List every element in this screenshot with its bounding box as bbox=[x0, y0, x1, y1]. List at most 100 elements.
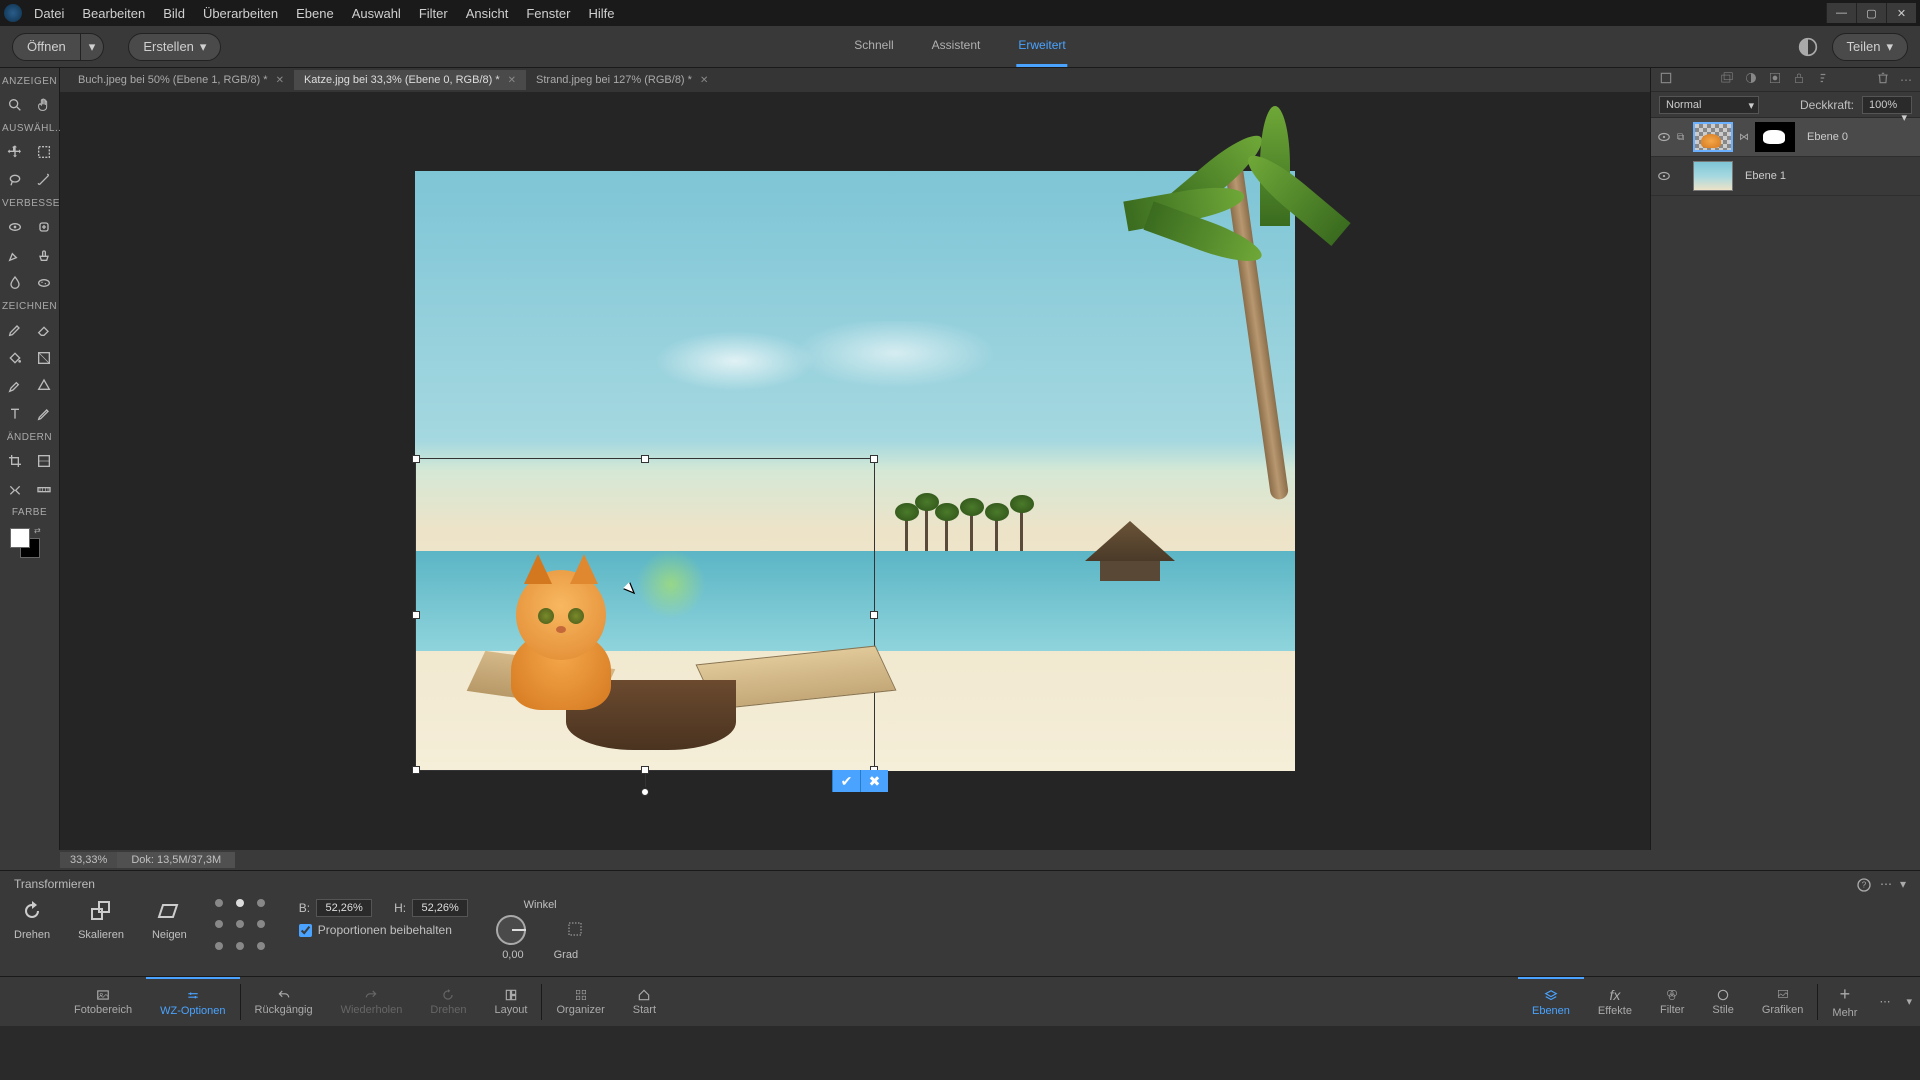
more-button[interactable]: +Mehr bbox=[1818, 977, 1871, 1026]
visibility-toggle-icon[interactable] bbox=[1657, 130, 1671, 144]
home-button[interactable]: Start bbox=[619, 977, 670, 1026]
layers-tab[interactable]: Ebenen bbox=[1518, 977, 1584, 1026]
new-layer-icon[interactable] bbox=[1659, 71, 1673, 88]
open-dropdown[interactable]: ▾ bbox=[81, 33, 105, 61]
rotate-mode[interactable]: Drehen bbox=[14, 899, 50, 941]
effects-tab[interactable]: fxEffekte bbox=[1584, 977, 1646, 1026]
handle-mid-right[interactable] bbox=[870, 611, 878, 619]
eyedropper-tool-icon[interactable] bbox=[0, 372, 30, 400]
menu-help[interactable]: Hilfe bbox=[588, 6, 614, 21]
straighten-tool-icon[interactable] bbox=[30, 475, 60, 503]
collapse-icon[interactable]: ▾ bbox=[1900, 877, 1906, 896]
redeye-tool-icon[interactable] bbox=[0, 213, 30, 241]
color-swatches[interactable]: ⇄ bbox=[0, 522, 59, 554]
visibility-toggle-icon[interactable] bbox=[1657, 169, 1671, 183]
recompose-tool-icon[interactable] bbox=[30, 447, 60, 475]
text-tool-icon[interactable] bbox=[0, 400, 30, 428]
clone-tool-icon[interactable] bbox=[30, 241, 60, 269]
collapse-right-icon[interactable]: ▾ bbox=[1898, 977, 1920, 1026]
layer-row-0[interactable]: ⧉ ⋈ Ebene 0 bbox=[1651, 118, 1920, 157]
shape-tool-icon[interactable] bbox=[30, 372, 60, 400]
filters-tab[interactable]: Filter bbox=[1646, 977, 1698, 1026]
toolopts-tab[interactable]: WZ-Optionen bbox=[146, 977, 239, 1026]
canvas[interactable]: ✔ ✖ bbox=[415, 171, 1295, 771]
handle-top-right[interactable] bbox=[870, 455, 878, 463]
menu-select[interactable]: Auswahl bbox=[352, 6, 401, 21]
doc-tab-1[interactable]: Katze.jpg bei 33,3% (Ebene 0, RGB/8) *✕ bbox=[294, 70, 526, 90]
anti-alias-icon[interactable] bbox=[566, 920, 584, 941]
commit-button[interactable]: ✔ bbox=[832, 770, 860, 792]
layer-group-icon[interactable] bbox=[1720, 71, 1734, 88]
menu-view[interactable]: Ansicht bbox=[466, 6, 509, 21]
marquee-tool-icon[interactable] bbox=[30, 138, 60, 166]
zoom-readout[interactable]: 33,33% bbox=[60, 852, 117, 868]
organizer-button[interactable]: Organizer bbox=[542, 977, 618, 1026]
lock-icon[interactable] bbox=[1792, 71, 1806, 88]
skew-mode[interactable]: Neigen bbox=[152, 899, 187, 941]
blur-tool-icon[interactable] bbox=[0, 269, 30, 297]
rotate-button[interactable]: Drehen bbox=[416, 977, 480, 1026]
menu-filter[interactable]: Filter bbox=[419, 6, 448, 21]
trash-icon[interactable] bbox=[1876, 71, 1890, 88]
gradient-tool-icon[interactable] bbox=[30, 344, 60, 372]
layer-thumbnail[interactable] bbox=[1693, 122, 1733, 152]
undo-button[interactable]: Rückgängig bbox=[241, 977, 327, 1026]
layer-thumbnail[interactable] bbox=[1693, 161, 1733, 191]
menu-enhance[interactable]: Überarbeiten bbox=[203, 6, 278, 21]
layer-mask-thumbnail[interactable] bbox=[1755, 122, 1795, 152]
foreground-color[interactable] bbox=[10, 528, 30, 548]
fill-tool-icon[interactable] bbox=[0, 344, 30, 372]
move-tool-icon[interactable] bbox=[0, 138, 30, 166]
contrast-icon[interactable] bbox=[1798, 37, 1818, 57]
open-button[interactable]: Öffnen bbox=[12, 33, 81, 61]
panel-menu-icon[interactable]: ⋯ bbox=[1900, 73, 1912, 87]
menu-file[interactable]: Datei bbox=[34, 6, 64, 21]
layer-row-1[interactable]: Ebene 1 bbox=[1651, 157, 1920, 196]
adjustment-layer-icon[interactable] bbox=[1744, 71, 1758, 88]
menu-window[interactable]: Fenster bbox=[526, 6, 570, 21]
spot-heal-tool-icon[interactable] bbox=[30, 213, 60, 241]
pencil-tool-icon[interactable] bbox=[30, 400, 60, 428]
smart-brush-tool-icon[interactable] bbox=[0, 241, 30, 269]
doc-tab-2[interactable]: Strand.jpeg bei 127% (RGB/8) *✕ bbox=[526, 70, 718, 90]
menu-image[interactable]: Bild bbox=[163, 6, 185, 21]
reference-point-grid[interactable] bbox=[215, 899, 271, 955]
mode-expert[interactable]: Erweitert bbox=[1016, 26, 1067, 67]
content-move-tool-icon[interactable] bbox=[0, 475, 30, 503]
menu-layer[interactable]: Ebene bbox=[296, 6, 334, 21]
cancel-button[interactable]: ✖ bbox=[860, 770, 888, 792]
create-button[interactable]: Erstellen▾ bbox=[128, 33, 221, 61]
scale-mode[interactable]: Skalieren bbox=[78, 899, 124, 941]
close-icon[interactable]: ✕ bbox=[508, 75, 516, 86]
handle-bot-left[interactable] bbox=[412, 766, 420, 774]
swap-colors-icon[interactable]: ⇄ bbox=[34, 526, 41, 535]
eraser-tool-icon[interactable] bbox=[30, 316, 60, 344]
photobin-tab[interactable]: Fotobereich bbox=[60, 977, 146, 1026]
close-icon[interactable]: ✕ bbox=[700, 75, 708, 86]
graphics-tab[interactable]: Grafiken bbox=[1748, 977, 1818, 1026]
zoom-tool-icon[interactable] bbox=[0, 91, 30, 119]
share-button[interactable]: Teilen▾ bbox=[1832, 33, 1909, 61]
crop-tool-icon[interactable] bbox=[0, 447, 30, 475]
width-input[interactable] bbox=[316, 899, 372, 917]
constrain-checkbox-row[interactable]: Proportionen beibehalten bbox=[299, 923, 468, 937]
opacity-input[interactable]: 100% ▾ bbox=[1862, 96, 1912, 114]
sponge-tool-icon[interactable] bbox=[30, 269, 60, 297]
handle-mid-left[interactable] bbox=[412, 611, 420, 619]
transform-selection[interactable]: ✔ ✖ bbox=[415, 458, 875, 771]
mode-guided[interactable]: Assistent bbox=[930, 26, 983, 67]
doc-tab-0[interactable]: Buch.jpeg bei 50% (Ebene 1, RGB/8) *✕ bbox=[68, 70, 294, 90]
lasso-tool-icon[interactable] bbox=[0, 166, 30, 194]
help-icon[interactable]: ? bbox=[1856, 877, 1872, 896]
link-icon[interactable]: ⧉ bbox=[1677, 132, 1687, 143]
maximize-button[interactable]: ▢ bbox=[1856, 3, 1886, 23]
rotate-handle[interactable] bbox=[641, 788, 649, 796]
blend-mode-select[interactable]: Normal ▾ bbox=[1659, 96, 1759, 114]
wand-tool-icon[interactable] bbox=[30, 166, 60, 194]
close-icon[interactable]: ✕ bbox=[276, 75, 284, 86]
more-menu-icon[interactable]: ⋯ bbox=[1871, 977, 1898, 1026]
hand-tool-icon[interactable] bbox=[30, 91, 60, 119]
mask-icon[interactable] bbox=[1768, 71, 1782, 88]
redo-button[interactable]: Wiederholen bbox=[327, 977, 417, 1026]
handle-top-left[interactable] bbox=[412, 455, 420, 463]
